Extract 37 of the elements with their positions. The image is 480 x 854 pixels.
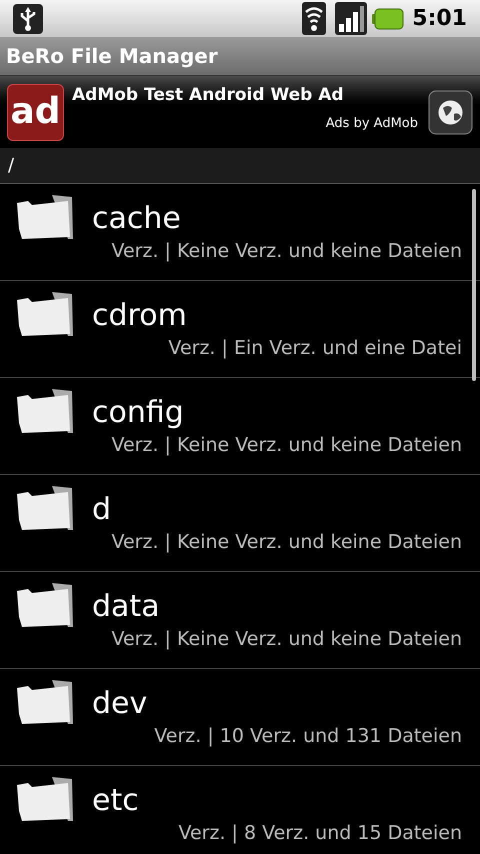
folder-name: config <box>92 395 185 431</box>
folder-row[interactable]: data Verz. | Keine Verz. und keine Dateien <box>0 572 480 669</box>
folder-icon <box>16 387 74 435</box>
battery-icon <box>372 8 404 30</box>
folder-name: etc <box>92 783 140 819</box>
folder-row[interactable]: config Verz. | Keine Verz. und keine Dateien <box>0 378 480 475</box>
folder-name: cdrom <box>92 298 188 334</box>
wifi-icon <box>302 2 326 35</box>
globe-icon[interactable] <box>428 90 473 134</box>
folder-icon <box>16 484 74 532</box>
folder-row[interactable]: etc Verz. | 8 Verz. und 15 Dateien <box>0 766 480 854</box>
folder-details: Verz. | Keine Verz. und keine Dateien <box>111 530 462 554</box>
folder-name: d <box>92 492 112 528</box>
folder-details: Verz. | Keine Verz. und keine Dateien <box>111 239 462 263</box>
folder-details: Verz. | Ein Verz. und eine Datei <box>168 336 462 360</box>
ad-logo: ad <box>7 84 64 140</box>
clock-time: 5:01 <box>412 5 467 33</box>
folder-row[interactable]: d Verz. | Keine Verz. und keine Dateien <box>0 475 480 572</box>
folder-details: Verz. | 10 Verz. und 131 Dateien <box>154 724 462 748</box>
folder-row[interactable]: dev Verz. | 10 Verz. und 131 Dateien <box>0 669 480 766</box>
folder-icon <box>16 581 74 629</box>
folder-name: data <box>92 589 161 625</box>
app-title: BeRo File Manager <box>6 43 218 70</box>
folder-icon <box>16 678 74 726</box>
signal-icon <box>335 2 368 35</box>
folder-icon <box>16 290 74 338</box>
folder-details: Verz. | 8 Verz. und 15 Dateien <box>178 821 462 845</box>
ad-title: AdMob Test Android Web Ad <box>72 84 345 106</box>
folder-name: cache <box>92 201 182 237</box>
usb-icon <box>13 4 43 34</box>
ad-attribution: Ads by AdMob <box>326 114 418 132</box>
folder-details: Verz. | Keine Verz. und keine Dateien <box>111 627 462 651</box>
folder-icon <box>16 193 74 241</box>
folder-icon <box>16 775 74 823</box>
folder-details: Verz. | Keine Verz. und keine Dateien <box>111 433 462 457</box>
folder-name: dev <box>92 686 148 722</box>
current-path: / <box>8 154 14 178</box>
